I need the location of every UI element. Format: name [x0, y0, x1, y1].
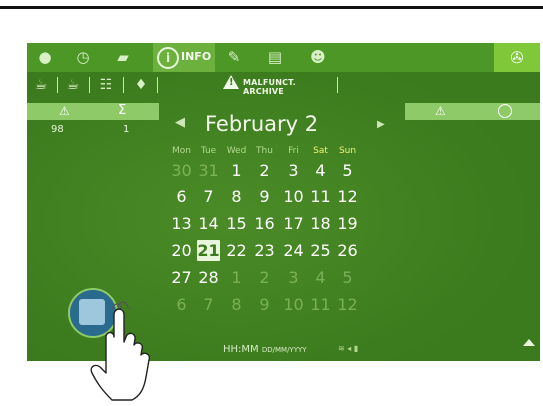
- pointing-hand-icon: [90, 301, 151, 401]
- calendar-day[interactable]: 20: [170, 240, 193, 261]
- weekday-mon: Mon: [172, 146, 191, 156]
- list-icon[interactable]: ▤: [265, 47, 285, 67]
- calendar-day[interactable]: 4: [309, 267, 332, 288]
- calendar-day[interactable]: 8: [225, 294, 248, 315]
- date-label: DD/MM/YYYY: [261, 346, 307, 354]
- tab-malfunction-archive[interactable]: MALFUNCT. ARCHIVE: [219, 73, 337, 96]
- expand-up-icon[interactable]: [523, 339, 535, 346]
- sum-count-value: 1: [123, 124, 130, 135]
- separator: [57, 77, 58, 93]
- cup-icon[interactable]: ▰: [113, 47, 133, 67]
- count-header: ⚠ Σ: [27, 103, 159, 120]
- top-toolbar: ● ◷ ▰ i INFO ✎ ▤ ☻ ✇: [27, 43, 540, 72]
- calendar-day[interactable]: 22: [225, 240, 248, 261]
- right-panel-header: ⚠: [405, 103, 540, 120]
- wrench-icon: ✇: [510, 48, 524, 67]
- weekday-sun: Sun: [338, 146, 357, 156]
- warning-count-icon: ⚠: [59, 104, 70, 118]
- status-datetime: HH:MM DD/MM/YYYY: [223, 344, 307, 355]
- calendar-day[interactable]: 3: [282, 267, 305, 288]
- battery-icon: ▮: [353, 344, 359, 353]
- malfunction-archive-label: MALFUNCT. ARCHIVE: [243, 78, 296, 96]
- calendar-day[interactable]: 5: [336, 160, 359, 181]
- calendar-day[interactable]: 18: [309, 213, 332, 234]
- calendar-day[interactable]: 2: [253, 267, 276, 288]
- wifi-icon: ≋: [338, 344, 345, 353]
- calendar-day[interactable]: 5: [336, 267, 359, 288]
- calendar-day[interactable]: 23: [253, 240, 276, 261]
- separator: [337, 77, 338, 93]
- user-icon[interactable]: ☻: [308, 47, 328, 67]
- brush-icon[interactable]: ✎: [224, 47, 244, 67]
- calendar-day[interactable]: 10: [282, 186, 305, 207]
- top-divider-line: [0, 6, 543, 9]
- calendar-day[interactable]: 2: [253, 160, 276, 181]
- calendar-day[interactable]: 6: [170, 186, 193, 207]
- weekday-thu: Thu: [256, 146, 273, 156]
- calendar-day[interactable]: 12: [336, 186, 359, 207]
- calendar-day[interactable]: 1: [225, 160, 248, 181]
- volume-icon: ◂: [347, 344, 352, 353]
- cup-saucer-icon[interactable]: ☕: [63, 75, 83, 95]
- info-icon: i: [157, 47, 179, 69]
- wrench-button[interactable]: ✇: [494, 43, 540, 72]
- next-month-button[interactable]: ▶: [377, 119, 385, 130]
- calendar-day[interactable]: 24: [282, 240, 305, 261]
- calendar-day[interactable]: 3: [282, 160, 305, 181]
- calendar-day[interactable]: 17: [282, 213, 305, 234]
- coffee-cup-icon[interactable]: ☕: [31, 75, 51, 95]
- drop-icon[interactable]: ♦: [131, 75, 151, 95]
- weekday-tue: Tue: [200, 146, 217, 156]
- calendar-day[interactable]: 27: [170, 267, 193, 288]
- calendar-day[interactable]: 11: [309, 186, 332, 207]
- calendar-day[interactable]: 19: [336, 213, 359, 234]
- calendar-day[interactable]: 13: [170, 213, 193, 234]
- tab-info-label: INFO: [181, 50, 212, 63]
- prev-month-button[interactable]: ◀: [175, 115, 185, 130]
- calendar-day[interactable]: 11: [309, 294, 332, 315]
- calendar-day[interactable]: 1: [225, 267, 248, 288]
- clock-icon[interactable]: ◷: [73, 47, 93, 67]
- warning-count-value: 98: [51, 124, 64, 135]
- status-icons: ≋ ◂ ▮: [338, 344, 358, 353]
- calendar-day[interactable]: 12: [336, 294, 359, 315]
- calendar-day[interactable]: 28: [197, 267, 220, 288]
- calendar-day[interactable]: 4: [309, 160, 332, 181]
- tab-info[interactable]: i INFO: [153, 43, 215, 72]
- water-drop-icon[interactable]: ●: [35, 47, 55, 67]
- calendar-day[interactable]: 15: [225, 213, 248, 234]
- calendar-day[interactable]: 9: [253, 186, 276, 207]
- calendar-day[interactable]: 6: [170, 294, 193, 315]
- time-label: HH:MM: [223, 344, 259, 355]
- separator: [89, 77, 90, 93]
- clock-icon: [498, 104, 512, 118]
- calendar-day[interactable]: 8: [225, 186, 248, 207]
- calendar-day[interactable]: 7: [197, 186, 220, 207]
- calendar-month-title: February 2: [205, 112, 319, 136]
- calendar-day[interactable]: 9: [253, 294, 276, 315]
- calendar-day[interactable]: 31: [197, 160, 220, 181]
- calendar-day[interactable]: 25: [309, 240, 332, 261]
- calendar-day[interactable]: 16: [253, 213, 276, 234]
- sum-icon: Σ: [118, 103, 127, 118]
- calendar-day[interactable]: 26: [336, 240, 359, 261]
- separator: [123, 77, 124, 93]
- sliders-icon[interactable]: ☷: [96, 75, 116, 95]
- weekday-sat: Sat: [313, 146, 328, 156]
- calendar-day[interactable]: 14: [197, 213, 220, 234]
- calendar-day[interactable]: 10: [282, 294, 305, 315]
- calendar-day-selected[interactable]: 21: [197, 240, 220, 261]
- calendar-day[interactable]: 30: [170, 160, 193, 181]
- separator: [157, 77, 158, 93]
- weekday-wed: Wed: [226, 146, 247, 156]
- weekday-fri: Fri: [288, 146, 299, 156]
- calendar-day[interactable]: 7: [197, 294, 220, 315]
- warning-icon: ⚠: [435, 104, 446, 118]
- warning-icon: [223, 75, 239, 89]
